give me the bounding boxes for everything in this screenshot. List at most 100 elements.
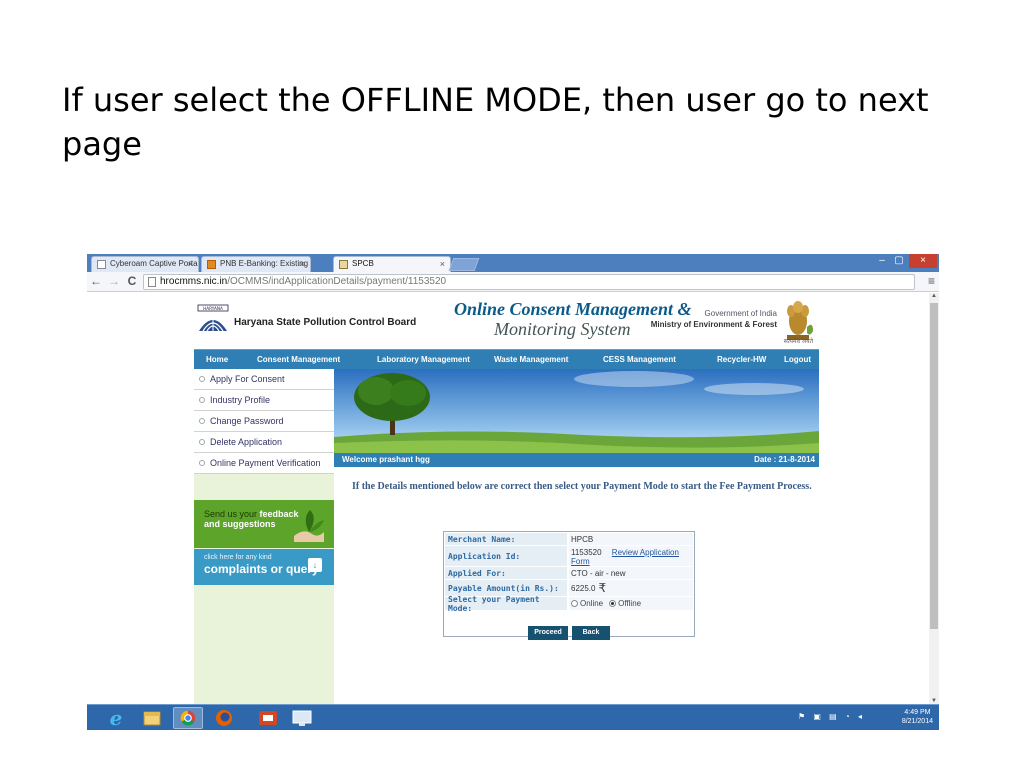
tab-label: SPCB	[352, 259, 374, 268]
tab-close-icon[interactable]: ×	[440, 257, 445, 271]
nav-waste-management[interactable]: Waste Management	[494, 350, 568, 369]
nav-laboratory-management[interactable]: Laboratory Management	[377, 350, 470, 369]
download-arrow-icon: ↓	[308, 558, 322, 572]
clock-date: 8/21/2014	[901, 718, 933, 725]
bullet-icon	[199, 418, 205, 424]
chrome-icon[interactable]	[173, 707, 203, 729]
nav-consent-management[interactable]: Consent Management	[257, 350, 340, 369]
menu-icon[interactable]: ≡	[928, 274, 935, 289]
presentation-app-icon[interactable]	[253, 707, 283, 729]
complaints-big-text: complaints or query	[204, 562, 319, 576]
row-value: 1153520 Review Application Form	[569, 546, 693, 566]
url-path: /OCMMS/indApplicationDetails/payment/115…	[227, 276, 447, 287]
nav-cess-management[interactable]: CESS Management	[603, 350, 676, 369]
address-bar[interactable]: hrocmms.nic.in/OCMMS/indApplicationDetai…	[143, 274, 915, 290]
system-tray-icons[interactable]: ⚑ ▣ ▤ ◔ ◂	[798, 712, 865, 721]
haryana-emblem-icon: HARYANA	[197, 304, 229, 332]
payment-instruction: If the Details mentioned below are corre…	[352, 481, 812, 492]
remote-desktop-icon[interactable]	[287, 707, 317, 729]
row-value: CTO - air - new	[569, 567, 693, 579]
radio-online[interactable]	[571, 600, 578, 607]
page-icon	[97, 260, 106, 269]
satyamev-jayate-text: सत्यमेव जयते	[783, 339, 813, 345]
feedback-line1: Send us your	[204, 509, 260, 519]
nav-logout[interactable]: Logout	[784, 350, 811, 369]
table-row: Applied For: CTO - air - new	[445, 567, 693, 579]
maximize-button[interactable]: ▢	[892, 254, 906, 268]
application-id: 1153520	[571, 548, 602, 557]
slide-title: If user select the OFFLINE MODE, then us…	[62, 81, 929, 163]
tab-cyberoam[interactable]: Cyberoam Captive Portal ×	[91, 256, 199, 272]
payment-details-table: Merchant Name: HPCB Application Id: 1153…	[443, 531, 695, 640]
page-scrollbar[interactable]: ▲ ▼	[929, 293, 939, 704]
tab-close-icon[interactable]: ×	[300, 257, 305, 271]
table-row: Application Id: 1153520 Review Applicati…	[445, 546, 693, 566]
taskbar-clock[interactable]: 4:49 PM 8/21/2014	[902, 708, 933, 726]
bullet-icon	[199, 439, 205, 445]
board-name: Haryana State Pollution Control Board	[234, 317, 417, 328]
reload-icon[interactable]: C	[125, 274, 139, 289]
row-value: 6225.0 ₹	[569, 580, 693, 596]
nav-recycler-hw[interactable]: Recycler-HW	[717, 350, 766, 369]
tree-banner-image	[334, 369, 819, 453]
radio-offline-label: Offline	[618, 599, 642, 608]
plant-hands-icon	[294, 510, 324, 542]
ministry-label: Ministry of Environment & Forest	[650, 320, 777, 329]
tab-spcb[interactable]: SPCB ×	[333, 256, 451, 272]
pnb-favicon-icon	[207, 260, 216, 269]
spcb-favicon-icon	[339, 260, 348, 269]
tab-pnb[interactable]: PNB E-Banking: Existing u ×	[201, 256, 311, 272]
file-explorer-icon[interactable]	[137, 707, 167, 729]
nav-home[interactable]: Home	[206, 350, 228, 369]
bullet-icon	[199, 460, 205, 466]
url-text: hrocmms.nic.in/OCMMS/indApplicationDetai…	[160, 275, 446, 289]
leftnav-label: Industry Profile	[210, 395, 271, 405]
radio-online-label: Online	[580, 599, 604, 608]
forward-icon[interactable]: →	[107, 274, 121, 289]
row-label: Merchant Name:	[445, 533, 567, 545]
row-label: Application Id:	[445, 546, 567, 566]
feedback-banner[interactable]: Send us your feedback and suggestions	[194, 500, 334, 548]
scrollbar-thumb[interactable]	[930, 303, 938, 629]
scroll-up-icon[interactable]: ▲	[929, 293, 939, 299]
tab-close-icon[interactable]: ×	[188, 257, 193, 271]
ocmms-site: HARYANA Haryana State Pollution Control …	[194, 293, 819, 704]
internet-explorer-icon[interactable]: e	[101, 707, 131, 729]
tab-label: Cyberoam Captive Portal	[110, 259, 199, 268]
close-window-button[interactable]: ×	[909, 254, 937, 268]
new-tab-button[interactable]	[448, 258, 480, 271]
top-navigation: Home Consent Management Laboratory Manag…	[194, 349, 819, 369]
goi-text: Government of India Ministry of Environm…	[651, 308, 777, 330]
feedback-line2: and suggestions	[204, 519, 276, 529]
page-viewport: HARYANA Haryana State Pollution Control …	[87, 293, 929, 704]
site-header: HARYANA Haryana State Pollution Control …	[194, 293, 819, 349]
leftnav-online-payment-verification[interactable]: Online Payment Verification	[194, 453, 334, 474]
table-row: Merchant Name: HPCB	[445, 533, 693, 545]
back-icon[interactable]: ←	[89, 274, 103, 289]
complaints-small-text: click here for any kind	[204, 554, 272, 561]
page-icon	[148, 277, 156, 287]
row-value: HPCB	[569, 533, 693, 545]
clock-time: 4:49 PM	[904, 709, 931, 716]
leftnav-label: Delete Application	[210, 437, 283, 447]
minimize-button[interactable]: –	[875, 254, 889, 268]
back-button[interactable]: Back	[572, 626, 610, 640]
leftnav-label: Change Password	[210, 416, 284, 426]
welcome-text: Welcome prashant hgg	[342, 455, 430, 464]
leftnav-delete-application[interactable]: Delete Application	[194, 432, 334, 453]
leftnav-change-password[interactable]: Change Password	[194, 411, 334, 432]
radio-offline[interactable]	[609, 600, 617, 607]
row-label: Applied For:	[445, 567, 567, 579]
date-text: Date : 21-8-2014	[754, 455, 815, 464]
rupee-icon: ₹	[598, 581, 607, 595]
url-host: hrocmms.nic.in	[160, 276, 228, 287]
leftnav-apply-for-consent[interactable]: Apply For Consent	[194, 369, 334, 390]
proceed-button[interactable]: Proceed	[528, 626, 568, 640]
complaints-banner[interactable]: click here for any kind complaints or qu…	[194, 549, 334, 585]
table-row: Select your Payment Mode: Online Offline	[445, 595, 693, 613]
svg-text:e: e	[110, 707, 123, 729]
firefox-icon[interactable]	[209, 707, 239, 729]
tab-strip: Cyberoam Captive Portal × PNB E-Banking:…	[87, 254, 939, 272]
bullet-icon	[199, 376, 205, 382]
leftnav-industry-profile[interactable]: Industry Profile	[194, 390, 334, 411]
